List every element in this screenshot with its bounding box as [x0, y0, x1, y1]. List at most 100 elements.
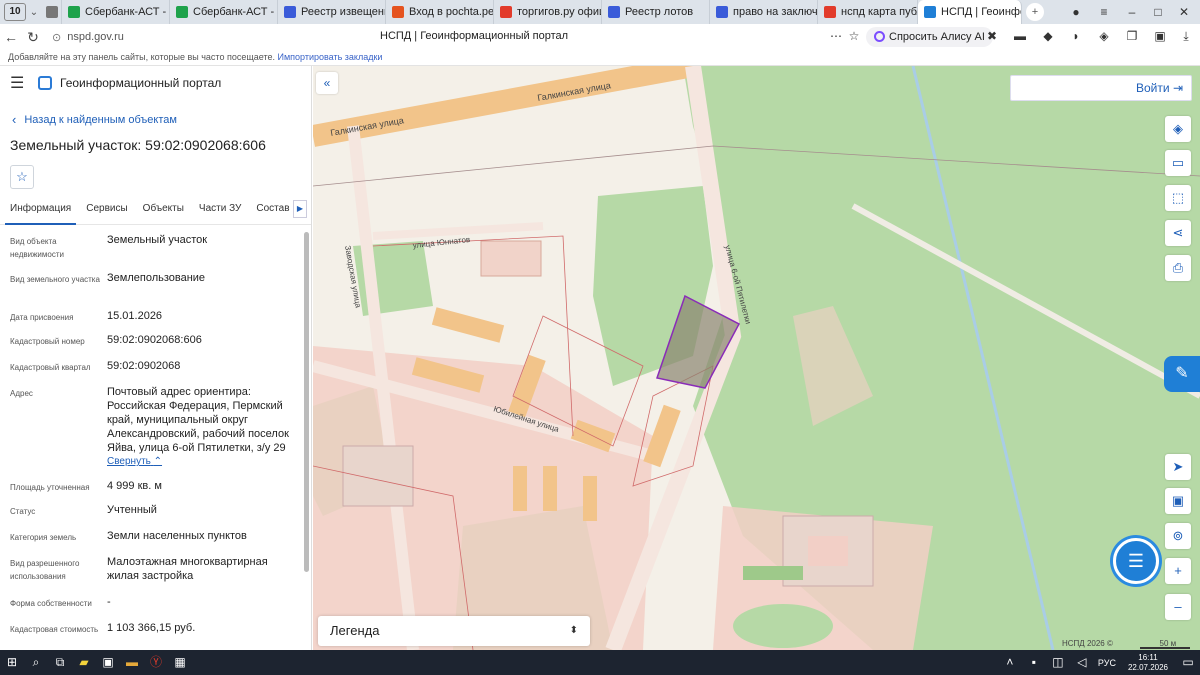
browser-tab[interactable]: Сбербанк-АСТ - Эле	[62, 0, 170, 24]
puzzle-icon[interactable]: ◈	[1096, 29, 1112, 45]
ruler-button[interactable]: ▭	[1165, 150, 1191, 176]
favorite-button[interactable]: ☆	[10, 165, 34, 189]
browser-tab[interactable]: Реестр извещений	[278, 0, 386, 24]
browser-tab[interactable]: Сбербанк-АСТ - Эле	[170, 0, 278, 24]
login-button[interactable]: Войти ⇥	[1010, 75, 1192, 101]
search-icon[interactable]: ⌕	[24, 650, 48, 675]
tabs-scroll-right-icon[interactable]: ▶	[293, 200, 307, 218]
browser-tab[interactable]: Вход в pochta.perm	[386, 0, 494, 24]
bookmark-icon[interactable]: ☆	[846, 29, 862, 45]
tab-label: нспд карта публичн	[841, 6, 917, 18]
locate-button[interactable]: ➤	[1165, 454, 1191, 480]
attribute-label: Кадастровый номер	[10, 337, 85, 346]
feedback-tab[interactable]: ✎	[1164, 356, 1200, 392]
tab-services[interactable]: Сервисы	[81, 203, 132, 225]
chevron-left-icon: ‹	[12, 112, 17, 127]
new-tab-button[interactable]: +	[1026, 3, 1044, 21]
attribute-value: 15.01.2026	[107, 310, 163, 322]
search-location-button[interactable]: ⊚	[1165, 523, 1191, 549]
language-indicator[interactable]: РУС	[1094, 658, 1120, 668]
extension-icon[interactable]: ✖	[984, 29, 1000, 45]
back-arrow-icon[interactable]: ←	[0, 29, 22, 45]
browser-tab[interactable]: нспд карта публичн	[818, 0, 918, 24]
bookmarks-bar: Добавляйте на эту панель сайты, которые …	[0, 50, 1200, 66]
chevron-up-icon[interactable]: ˄	[998, 650, 1022, 675]
yandex-browser-icon[interactable]: Ⓨ	[144, 650, 168, 675]
tab-parts[interactable]: Части ЗУ	[194, 203, 246, 225]
tab-composition[interactable]: Состав	[251, 203, 294, 225]
windows-taskbar: ⊞ ⌕ ⧉ ▰ ▣ ▬ Ⓨ ▦ ˄ ▪ ◫ ◁ РУС 16:11 22.07.2…	[0, 650, 1200, 675]
windows-start-icon[interactable]: ⊞	[0, 650, 24, 675]
extension-icon[interactable]: ◆	[1040, 29, 1056, 45]
panel-header: ☰ Геоинформационный портал	[0, 66, 311, 100]
tab-information[interactable]: Информация	[5, 203, 77, 225]
browser-tab[interactable]: право на заключени	[710, 0, 818, 24]
info-panel: ☰ Геоинформационный портал ‹ Назад к найд…	[0, 66, 312, 650]
ask-alisa-button[interactable]: Спросить Алису AI	[866, 27, 993, 47]
map-canvas[interactable]: Галкинская улица Галкинская улица улица …	[313, 66, 1200, 650]
browser-tab[interactable]: торгигов.ру официа	[494, 0, 602, 24]
maximize-icon[interactable]: □	[1144, 0, 1172, 24]
notifications-icon[interactable]: ▭	[1176, 650, 1200, 675]
minimize-icon[interactable]: –	[1118, 0, 1146, 24]
portal-logo-icon	[38, 76, 52, 90]
building	[513, 466, 527, 511]
notes-app-icon[interactable]: ▰	[72, 650, 96, 675]
attribute-value: 4 999 кв. м	[107, 480, 162, 492]
volume-icon[interactable]: ◁	[1070, 650, 1094, 675]
tab-favicon-icon	[176, 6, 188, 18]
clock[interactable]: 16:11 22.07.2026	[1120, 653, 1176, 673]
attribute-value: 1 103 366,15 руб.	[107, 622, 196, 634]
minimap-button[interactable]: ▣	[1165, 488, 1191, 514]
attribute-label: Вид земельного участка	[10, 275, 100, 284]
import-bookmarks-link[interactable]: Импортировать закладки	[278, 52, 383, 62]
app-icon[interactable]: ▣	[96, 650, 120, 675]
star-icon: ☆	[16, 169, 28, 184]
extension-icon[interactable]: ▣	[1152, 29, 1168, 45]
explorer-icon[interactable]: ▬	[120, 650, 144, 675]
tab-count-badge[interactable]: 10	[4, 3, 26, 21]
tab-label: Вход в pochta.perm	[409, 6, 494, 18]
print-button[interactable]: ⎙	[1165, 255, 1191, 281]
zoom-in-button[interactable]: +	[1165, 558, 1191, 584]
tab-label: торгигов.ру официа	[517, 6, 601, 18]
extension-icon[interactable]: ◗	[1068, 29, 1084, 45]
legend-dropdown[interactable]: Легенда ⬍	[318, 616, 590, 646]
collapse-address-button[interactable]: Свернуть ⌃	[107, 455, 299, 469]
reload-icon[interactable]: ↻	[22, 29, 44, 46]
app-icon[interactable]: ▦	[168, 650, 192, 675]
collapse-panel-button[interactable]: «	[316, 72, 338, 94]
chat-button[interactable]: ☰	[1113, 538, 1159, 584]
back-to-results-link[interactable]: ‹ Назад к найденным объектам	[12, 112, 311, 127]
browser-tab-active[interactable]: НСПД | Геоинфор×	[918, 0, 1022, 24]
attribute-row: Вид объекта недвижимости Земельный участо…	[10, 233, 299, 271]
menu-icon[interactable]: ☰	[10, 73, 30, 93]
layers-button[interactable]: ◈	[1165, 116, 1191, 142]
network-icon[interactable]: ◫	[1046, 650, 1070, 675]
download-icon[interactable]: ⤓	[1178, 29, 1194, 45]
zoom-out-button[interactable]: –	[1165, 594, 1191, 620]
tab-label: Реестр лотов	[625, 6, 694, 18]
collapse-label: Свернуть	[107, 456, 151, 467]
collections-icon[interactable]: ❐	[1124, 29, 1140, 45]
url-field[interactable]: ⊙ nspd.gov.ru	[52, 31, 124, 44]
profile-icon[interactable]: ●	[1062, 0, 1090, 24]
window-close-icon[interactable]: ✕	[1170, 0, 1198, 24]
share-button[interactable]: ⋖	[1165, 220, 1191, 246]
task-view-icon[interactable]: ⧉	[48, 650, 72, 675]
tab-objects[interactable]: Объекты	[138, 203, 189, 225]
menu-icon[interactable]: ≡	[1090, 0, 1118, 24]
tray-app-icon[interactable]: ▪	[1022, 650, 1046, 675]
chevron-down-icon[interactable]: ⌄	[26, 7, 42, 18]
minus-icon: –	[1174, 599, 1182, 614]
more-icon[interactable]: ⋯	[828, 29, 844, 45]
extension-icon[interactable]: ▬	[1012, 29, 1028, 45]
panel-scrollbar[interactable]	[304, 232, 309, 572]
browser-tab[interactable]: Реестр лотов	[602, 0, 710, 24]
bookmarks-hint: Добавляйте на эту панель сайты, которые …	[8, 52, 275, 62]
map-view[interactable]: Галкинская улица Галкинская улица улица …	[313, 66, 1200, 650]
sports-field	[733, 604, 833, 648]
browser-tab-bar: 10 ⌄ Сбербанк-АСТ - Эле Сбербанк-АСТ - Э…	[0, 0, 1200, 24]
tab-grid[interactable]	[42, 0, 62, 24]
select-area-button[interactable]: ⬚	[1165, 185, 1191, 211]
